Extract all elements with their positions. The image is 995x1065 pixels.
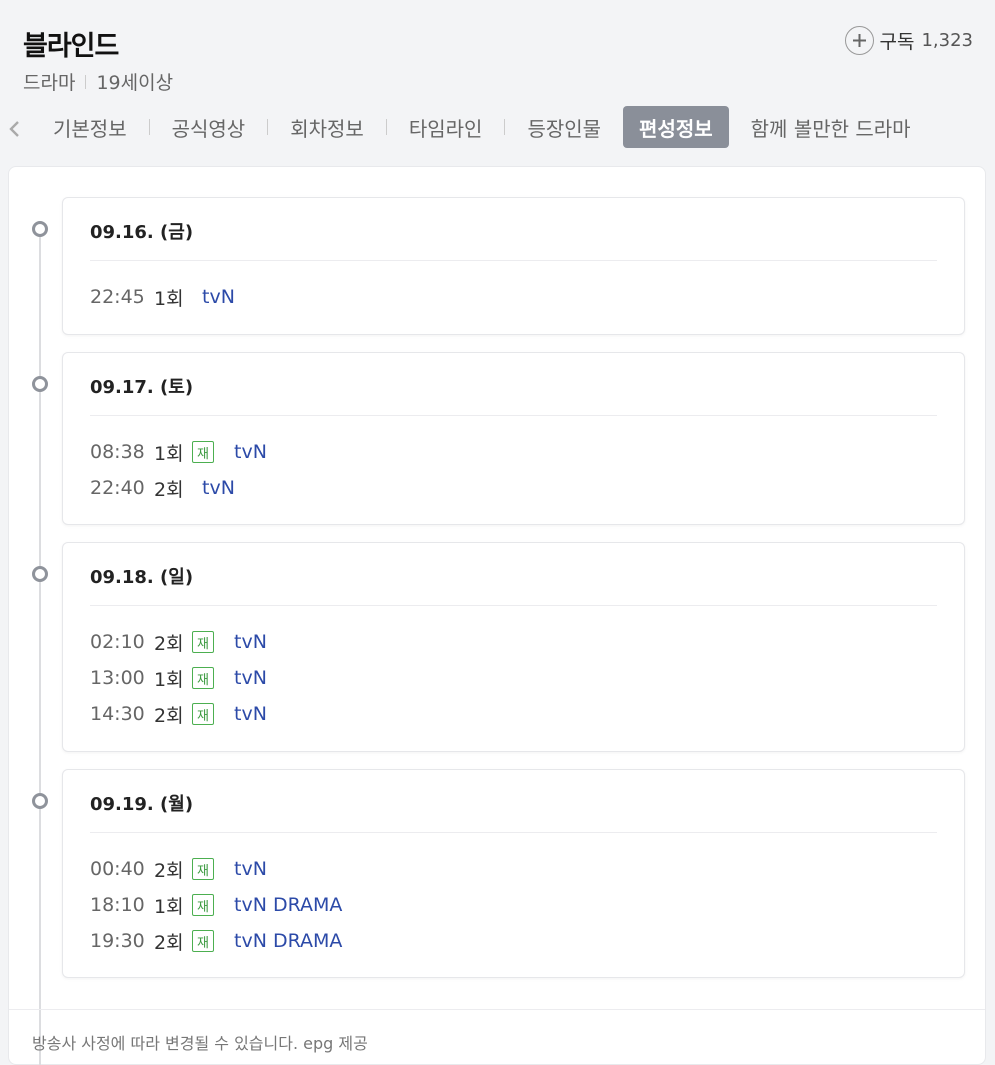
channel-link[interactable]: tvN — [202, 477, 235, 499]
episode-number: 2회 — [154, 931, 184, 954]
timeline-line — [39, 229, 41, 1065]
tab-episode-info[interactable]: 회차정보 — [276, 106, 378, 148]
timeline-dot — [32, 793, 48, 809]
tab-official-videos[interactable]: 공식영상 — [158, 106, 260, 148]
tab-basic-info[interactable]: 기본정보 — [39, 106, 141, 148]
footer-divider — [9, 1009, 985, 1010]
schedule-panel: 09.16. (금) 22:45 1회 tvN 09.17. (토) 08:38… — [8, 166, 986, 1065]
tab-schedule[interactable]: 편성정보 — [623, 106, 729, 148]
meta-divider — [85, 74, 87, 89]
rerun-badge: 재 — [192, 667, 214, 689]
schedule-row: 18:10 1회 재 tvN DRAMA — [90, 887, 342, 923]
program-title: 블라인드 — [23, 31, 119, 62]
schedule-row: 22:45 1회 tvN — [90, 279, 235, 315]
schedule-date: 09.18. (일) — [90, 567, 194, 588]
channel-link[interactable]: tvN — [234, 667, 267, 689]
plus-icon — [844, 26, 874, 55]
schedule-row: 19:30 2회 재 tvN DRAMA — [90, 923, 342, 959]
air-time: 22:40 — [90, 477, 145, 499]
episode-number: 2회 — [154, 704, 184, 727]
schedule-row: 14:30 2회 재 tvN — [90, 696, 267, 732]
tab-timeline[interactable]: 타임라인 — [395, 106, 497, 148]
rerun-badge: 재 — [192, 930, 214, 952]
rerun-badge: 재 — [192, 894, 214, 916]
timeline-dot — [32, 221, 48, 237]
episode-number: 1회 — [154, 287, 184, 310]
air-time: 13:00 — [90, 667, 145, 689]
tab-recommended-dramas[interactable]: 함께 볼만한 드라마 — [737, 106, 925, 148]
subscribe-count: 1,323 — [921, 30, 973, 51]
channel-link[interactable]: tvN — [234, 441, 267, 463]
schedule-row: 22:40 2회 tvN — [90, 470, 267, 506]
episode-number: 1회 — [154, 442, 184, 465]
channel-link[interactable]: tvN — [234, 703, 267, 725]
channel-link[interactable]: tvN DRAMA — [234, 930, 342, 952]
card-divider — [90, 605, 937, 606]
channel-link[interactable]: tvN — [202, 286, 235, 308]
rerun-badge: 재 — [192, 441, 214, 463]
tab-characters[interactable]: 등장인물 — [513, 106, 615, 148]
episode-number: 2회 — [154, 859, 184, 882]
schedule-day-card: 09.16. (금) 22:45 1회 tvN — [62, 197, 965, 335]
schedule-date: 09.19. (월) — [90, 794, 194, 815]
schedule-date: 09.17. (토) — [90, 377, 194, 398]
card-divider — [90, 832, 937, 833]
tab-divider — [385, 119, 387, 135]
tab-divider — [504, 119, 506, 135]
schedule-rows: 00:40 2회 재 tvN 18:10 1회 재 tvN DRAMA 19:3… — [90, 851, 342, 959]
air-time: 18:10 — [90, 894, 145, 916]
rerun-badge: 재 — [192, 703, 214, 725]
footer-note: 방송사 사정에 따라 변경될 수 있습니다. epg 제공 — [32, 1034, 368, 1053]
air-time: 22:45 — [90, 286, 145, 308]
rerun-badge: 재 — [192, 631, 214, 653]
schedule-date: 09.16. (금) — [90, 222, 194, 243]
subscribe-label: 구독 — [879, 31, 915, 53]
subscribe-button[interactable]: 구독 1,323 — [844, 26, 973, 55]
schedule-day-card: 09.19. (월) 00:40 2회 재 tvN 18:10 1회 재 tvN… — [62, 769, 965, 978]
rating-label: 19세이상 — [96, 72, 174, 94]
tab-bar: 기본정보 공식영상 회차정보 타임라인 등장인물 편성정보 함께 볼만한 드라마 — [0, 104, 995, 150]
rerun-badge: 재 — [192, 858, 214, 880]
card-divider — [90, 260, 937, 261]
channel-link[interactable]: tvN DRAMA — [234, 894, 342, 916]
schedule-day-card: 09.17. (토) 08:38 1회 재 tvN 22:40 2회 tvN — [62, 352, 965, 525]
air-time: 02:10 — [90, 631, 145, 653]
schedule-row: 13:00 1회 재 tvN — [90, 660, 267, 696]
episode-number: 1회 — [154, 668, 184, 691]
schedule-row: 08:38 1회 재 tvN — [90, 434, 267, 470]
tab-list: 기본정보 공식영상 회차정보 타임라인 등장인물 편성정보 함께 볼만한 드라마 — [39, 104, 925, 150]
card-divider — [90, 415, 937, 416]
schedule-rows: 08:38 1회 재 tvN 22:40 2회 tvN — [90, 434, 267, 506]
tab-divider — [148, 119, 150, 135]
episode-number: 2회 — [154, 478, 184, 501]
schedule-row: 00:40 2회 재 tvN — [90, 851, 342, 887]
schedule-row: 02:10 2회 재 tvN — [90, 624, 267, 660]
schedule-day-card: 09.18. (일) 02:10 2회 재 tvN 13:00 1회 재 tvN… — [62, 542, 965, 752]
timeline-dot — [32, 376, 48, 392]
channel-link[interactable]: tvN — [234, 631, 267, 653]
episode-number: 1회 — [154, 895, 184, 918]
episode-number: 2회 — [154, 632, 184, 655]
program-meta: 드라마 19세이상 — [23, 68, 173, 95]
channel-link[interactable]: tvN — [234, 858, 267, 880]
chevron-left-icon[interactable] — [7, 119, 23, 139]
air-time: 00:40 — [90, 858, 145, 880]
air-time: 08:38 — [90, 441, 145, 463]
schedule-rows: 22:45 1회 tvN — [90, 279, 235, 315]
timeline-dot — [32, 566, 48, 582]
air-time: 19:30 — [90, 930, 145, 952]
air-time: 14:30 — [90, 703, 145, 725]
genre-label: 드라마 — [23, 72, 76, 94]
tab-divider — [267, 119, 269, 135]
schedule-rows: 02:10 2회 재 tvN 13:00 1회 재 tvN 14:30 2회 재… — [90, 624, 267, 732]
